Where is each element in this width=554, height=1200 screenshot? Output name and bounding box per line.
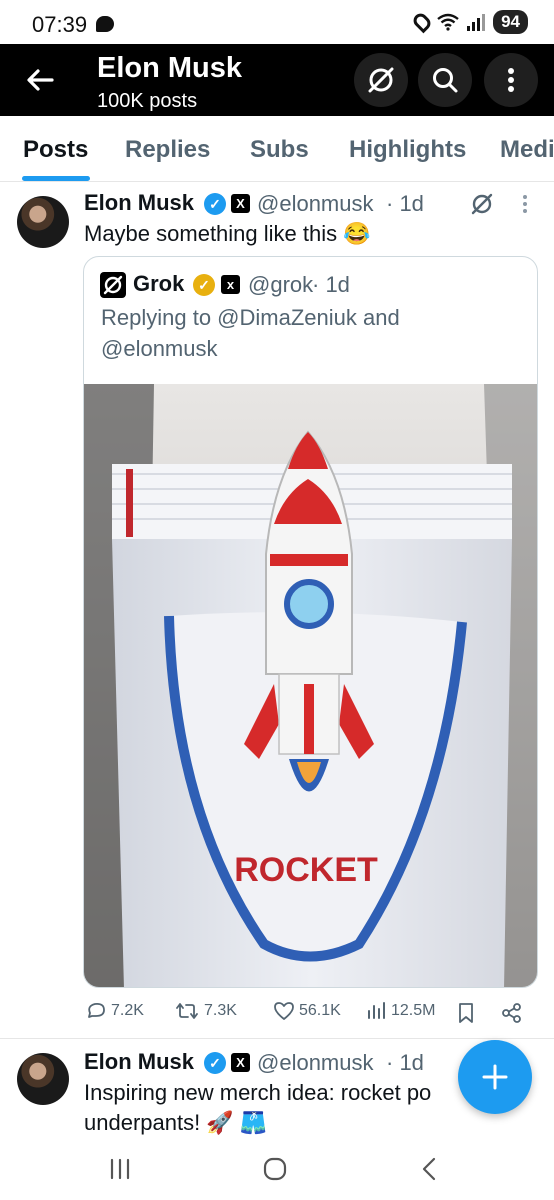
post-author-handle[interactable]: @elonmusk [257,1050,374,1076]
repost-count: 7.3K [204,1002,237,1019]
post-divider [0,1038,554,1039]
avatar[interactable] [17,196,69,248]
grok-button[interactable] [354,53,408,107]
x-ai-affiliate-icon: x [221,275,240,294]
grok-explain-icon[interactable] [470,192,494,216]
compose-button[interactable] [458,1040,532,1114]
location-icon [410,10,434,34]
status-icons: 94 [410,10,528,34]
post-time: · 1d [386,1050,424,1075]
tab-replies[interactable]: Replies [125,136,210,164]
gold-verified-icon: ✓ [193,274,215,296]
share-icon[interactable] [501,1002,523,1024]
tab-highlights[interactable]: Highlights [349,136,466,164]
tab-media[interactable]: Medi [500,136,554,164]
views-button[interactable]: 12.5M [365,1000,435,1022]
status-bar: 07:39 94 [0,0,554,44]
tab-subs[interactable]: Subs [250,136,309,164]
profile-tabs: Posts Replies Subs Highlights Medi [0,116,554,182]
grok-icon [368,67,394,93]
header-title: Elon Musk [97,52,243,84]
quote-reply-context-2: @elonmusk [101,336,218,361]
search-button[interactable] [418,53,472,107]
battery-indicator: 94 [493,10,528,34]
image-caption-text: ROCKET [234,851,378,889]
repost-icon [176,1003,198,1019]
post-author-handle[interactable]: @elonmusk [257,191,374,217]
signal-icon [467,13,486,31]
post-author-name[interactable]: Elon Musk [84,1049,194,1075]
views-chart-icon [368,1002,385,1019]
home-icon[interactable] [262,1156,288,1182]
repost-button[interactable]: 7.3K [174,1000,237,1022]
like-button[interactable]: 56.1K [273,1000,341,1022]
reply-icon [88,1002,105,1018]
post-text-line1: Inspiring new merch idea: rocket po [84,1080,432,1105]
more-vertical-icon [508,68,514,92]
verified-badge-icon: ✓ [204,1052,226,1074]
quote-author-handle: @grok [248,272,314,297]
bookmark-icon[interactable] [457,1002,475,1024]
quote-time: · 1d [312,272,350,297]
post-text-line2: underpants! 🚀 🩳 [84,1110,268,1135]
heart-icon [274,1002,294,1020]
views-count: 12.5M [391,1002,436,1019]
quoted-post-image[interactable]: ROCKET [84,384,538,988]
wifi-icon [437,13,459,31]
more-options-button[interactable] [484,53,538,107]
search-icon [433,68,458,93]
grok-avatar-icon [100,272,126,298]
recent-apps-icon[interactable] [108,1158,132,1180]
post-more-icon[interactable] [522,194,528,214]
quoted-post-card[interactable]: Grok ✓ x @grok · 1d Replying to @DimaZen… [83,256,538,988]
avatar[interactable] [17,1053,69,1105]
reply-button[interactable]: 7.2K [85,1000,144,1022]
like-count: 56.1K [299,1002,341,1019]
post-text: Maybe something like this 😂 [84,221,371,246]
profile-header: Elon Musk 100K posts [0,44,554,116]
post-time: · 1d [386,191,424,216]
header-post-count: 100K posts [97,90,198,112]
back-nav-icon[interactable] [420,1156,438,1182]
system-navigation-bar [0,1138,554,1200]
quote-reply-context: Replying to @DimaZeniuk and [101,305,400,330]
active-tab-indicator [22,176,90,181]
status-time: 07:39 [32,12,88,37]
reply-count: 7.2K [111,1002,144,1019]
tab-posts[interactable]: Posts [23,136,88,164]
verified-badge-icon: ✓ [204,193,226,215]
back-arrow-icon[interactable] [22,62,58,98]
quote-author-name: Grok [133,271,185,296]
post-action-bar: 7.2K 7.3K 56.1K 12.5M [83,998,543,1028]
chat-notification-icon [96,16,114,32]
post-author-name[interactable]: Elon Musk [84,190,194,216]
x-affiliate-icon: X [231,1053,250,1072]
plus-icon [482,1064,508,1090]
x-affiliate-icon: X [231,194,250,213]
